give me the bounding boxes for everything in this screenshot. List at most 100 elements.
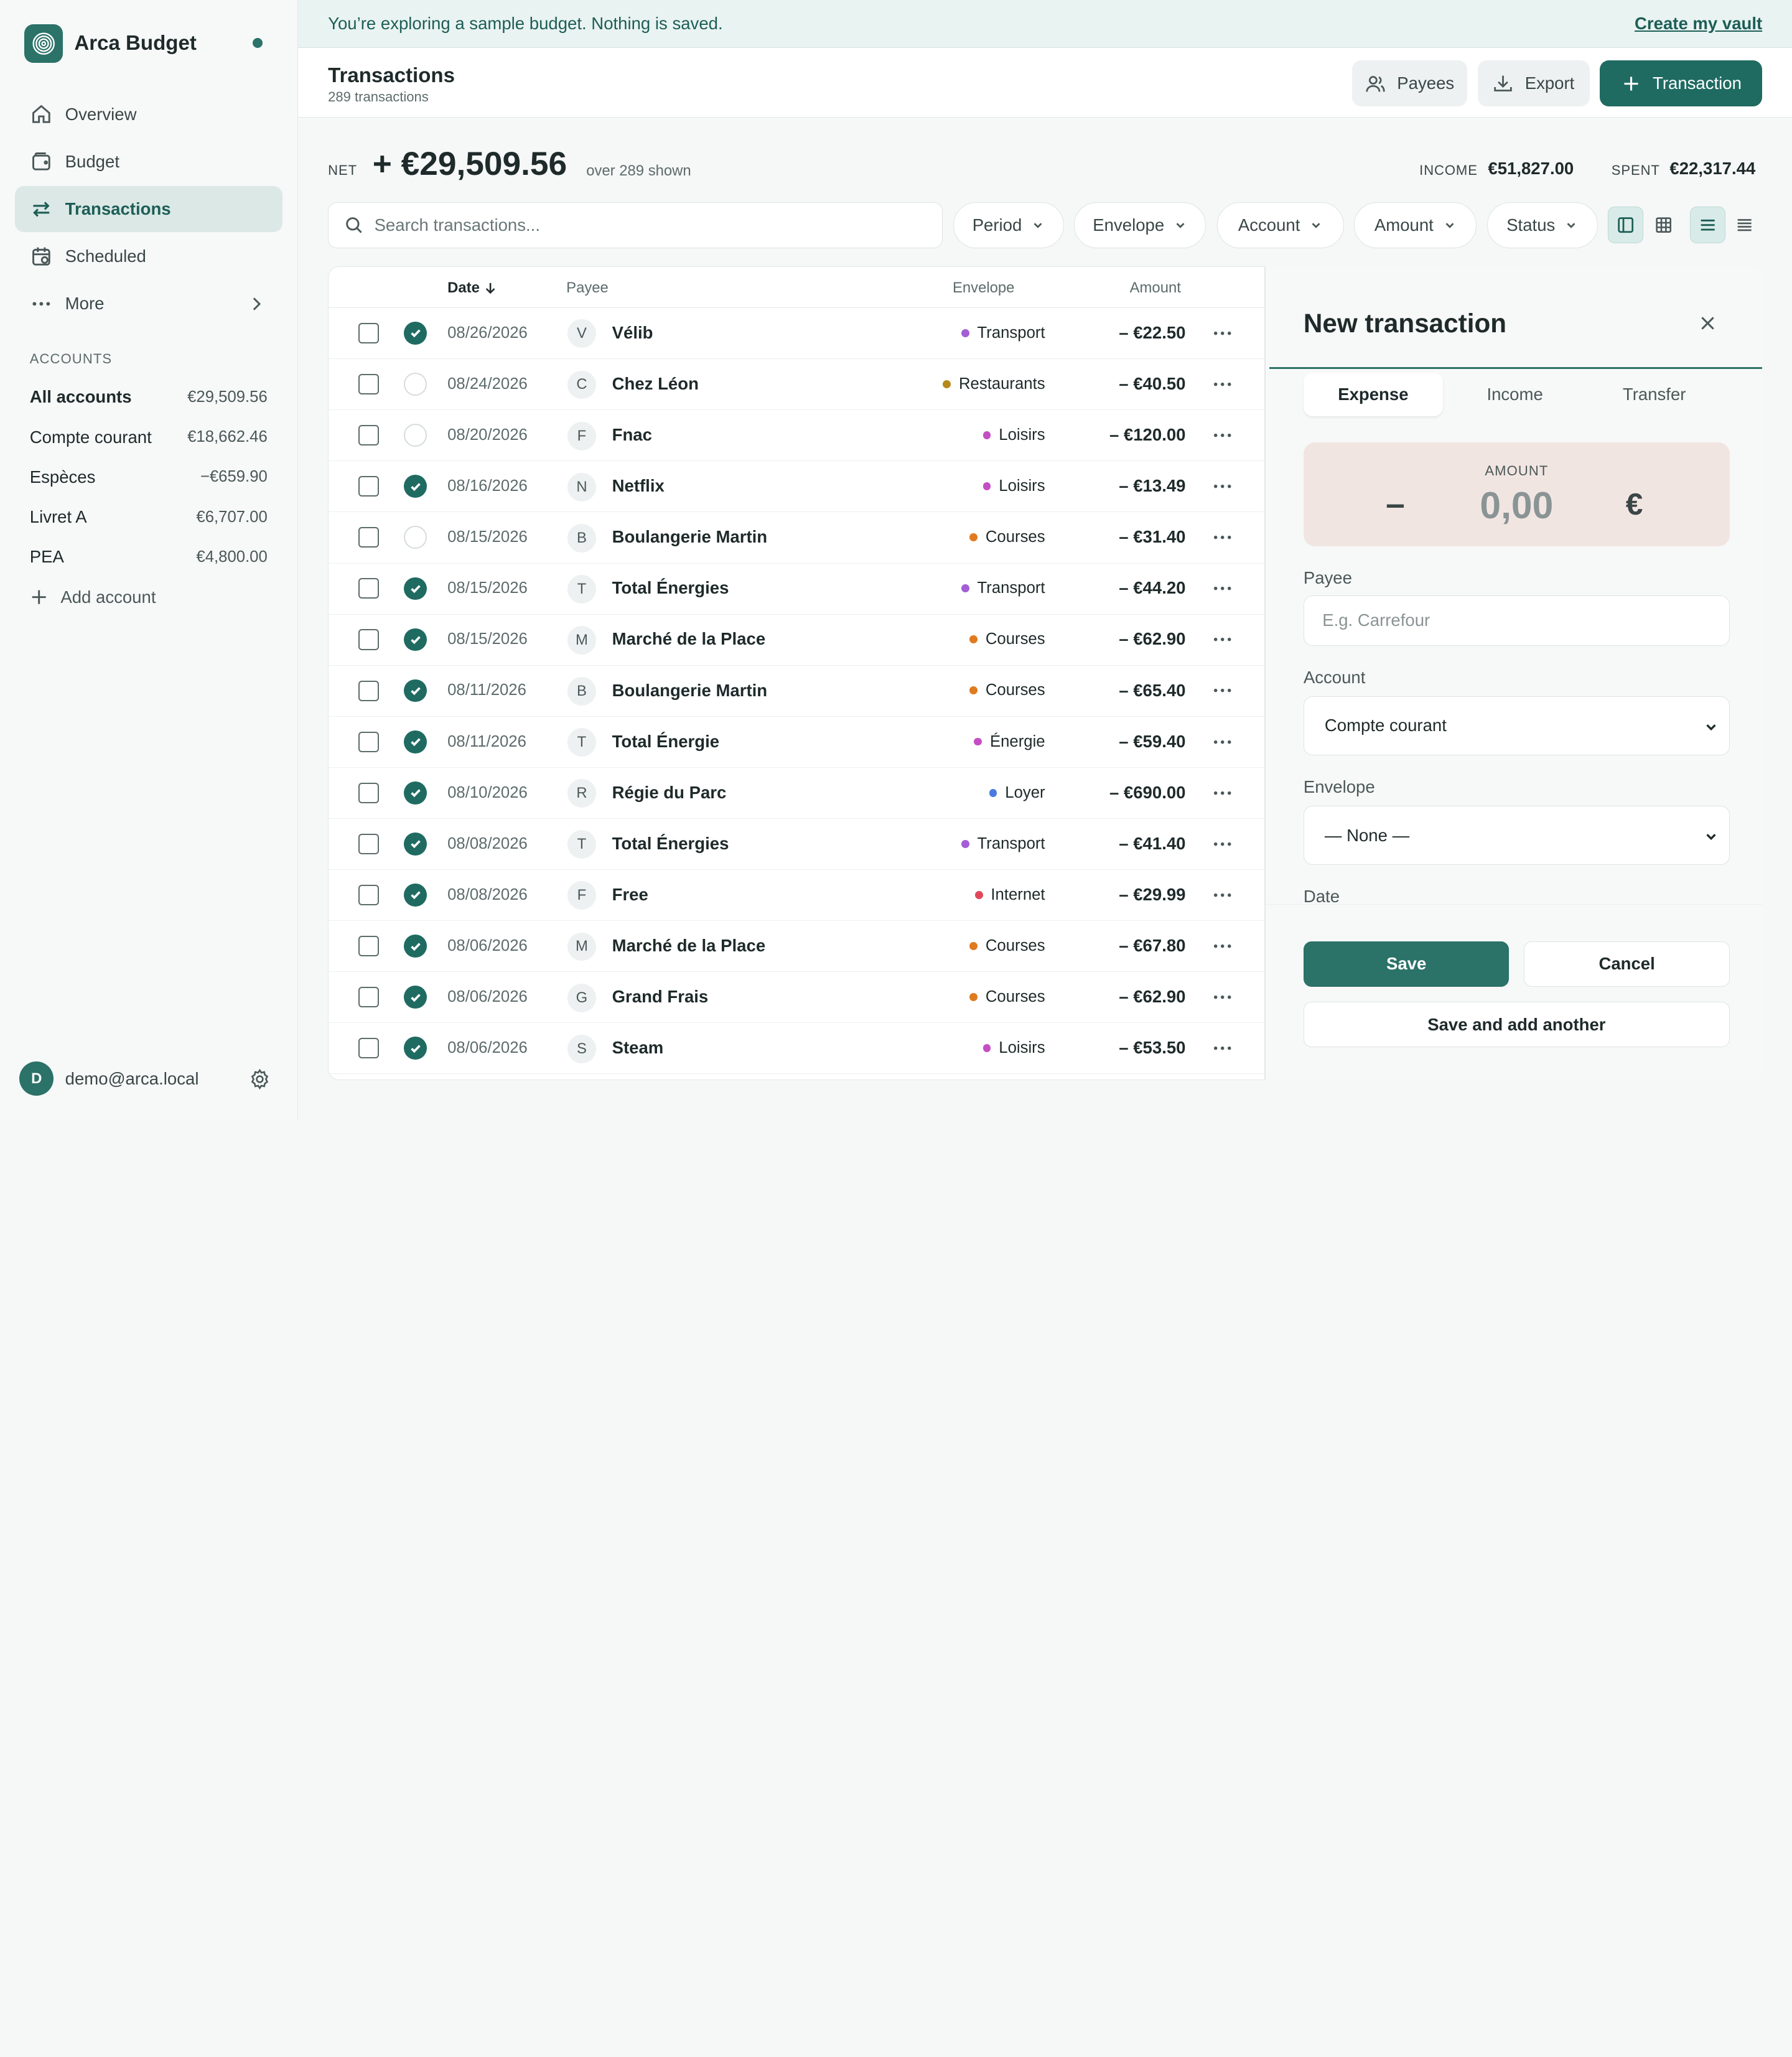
table-row[interactable]: 08/16/2026 N Netflix Loisirs – €13.49 <box>329 461 1265 513</box>
export-button[interactable]: Export <box>1477 60 1590 106</box>
sidebar-item-transactions[interactable]: Transactions <box>14 186 282 232</box>
gear-icon[interactable] <box>249 1068 271 1090</box>
compact-density-button[interactable] <box>1727 207 1762 243</box>
sidebar-item-budget[interactable]: Budget <box>15 139 282 184</box>
payee-column-header[interactable]: Payee <box>566 279 609 297</box>
row-actions-button[interactable] <box>1211 476 1234 497</box>
account-item-all[interactable]: All accounts €29,509.56 <box>30 377 268 417</box>
cleared-status-toggle[interactable] <box>404 475 427 498</box>
status-filter[interactable]: Status <box>1486 202 1598 248</box>
amount-column-header[interactable]: Amount <box>1130 279 1181 297</box>
comfortable-density-button[interactable] <box>1690 207 1726 244</box>
table-row[interactable]: 08/08/2026 F Free Internet – €29.99 <box>329 870 1265 921</box>
cleared-status-toggle[interactable] <box>404 781 427 805</box>
sidebar-item-scheduled[interactable]: Scheduled <box>15 234 282 279</box>
table-row[interactable]: 08/08/2026 T Total Énergies Transport – €41.… <box>329 819 1265 870</box>
row-select-checkbox[interactable] <box>358 833 379 854</box>
sidebar-item-more[interactable]: More <box>15 281 282 327</box>
cleared-status-toggle[interactable] <box>404 730 427 753</box>
amount-input[interactable]: AMOUNT – 0,00 € <box>1303 442 1730 546</box>
row-actions-button[interactable] <box>1211 885 1234 905</box>
close-icon[interactable] <box>1697 313 1718 334</box>
row-select-checkbox[interactable] <box>358 527 379 548</box>
table-row[interactable]: 08/06/2026 M Marché de la Place Courses – €6… <box>329 921 1265 973</box>
table-row[interactable]: 08/10/2026 R Régie du Parc Loyer – €690.00 <box>329 768 1265 819</box>
table-row[interactable]: 08/11/2026 B Boulangerie Martin Courses – €6… <box>329 666 1265 717</box>
account-item-livret-a[interactable]: Livret A €6,707.00 <box>30 497 268 537</box>
table-row[interactable]: 08/15/2026 T Total Énergies Transport – €44.… <box>329 564 1265 615</box>
cleared-status-toggle[interactable] <box>404 1037 427 1060</box>
save-and-add-another-button[interactable]: Save and add another <box>1303 1001 1730 1048</box>
row-actions-button[interactable] <box>1211 425 1234 445</box>
table-row[interactable]: 08/15/2026 M Marché de la Place Courses – €6… <box>329 615 1265 666</box>
row-actions-button[interactable] <box>1211 323 1234 343</box>
row-actions-button[interactable] <box>1211 732 1234 752</box>
envelope-filter[interactable]: Envelope <box>1074 202 1206 248</box>
account-filter[interactable]: Account <box>1217 202 1344 248</box>
uncleared-status-toggle[interactable] <box>404 424 427 447</box>
grid-view-button[interactable] <box>1646 207 1681 243</box>
tab-transfer[interactable]: Transfer <box>1585 373 1724 416</box>
row-select-checkbox[interactable] <box>358 425 379 446</box>
brand[interactable]: Arca Budget <box>24 24 197 63</box>
tab-expense[interactable]: Expense <box>1303 372 1443 416</box>
amount-filter[interactable]: Amount <box>1354 202 1477 248</box>
row-select-checkbox[interactable] <box>358 680 379 701</box>
row-select-checkbox[interactable] <box>358 322 379 343</box>
cleared-status-toggle[interactable] <box>404 884 427 907</box>
sidebar-item-overview[interactable]: Overview <box>15 91 282 137</box>
table-row[interactable]: 08/06/2026 G Grand Frais Courses – €62.90 <box>329 972 1265 1024</box>
table-row[interactable]: 08/26/2026 V Vélib Transport – €22.50 <box>329 308 1265 360</box>
uncleared-status-toggle[interactable] <box>404 373 427 396</box>
cancel-button[interactable]: Cancel <box>1524 941 1730 987</box>
row-select-checkbox[interactable] <box>358 731 379 752</box>
date-column-header[interactable]: Date <box>447 279 497 297</box>
add-account-button[interactable]: Add account <box>30 577 268 617</box>
cleared-status-toggle[interactable] <box>404 628 427 651</box>
row-select-checkbox[interactable] <box>358 936 379 957</box>
user-menu[interactable]: D demo@arca.local <box>19 1061 271 1096</box>
row-select-checkbox[interactable] <box>358 987 379 1008</box>
save-button[interactable]: Save <box>1303 941 1510 987</box>
cleared-status-toggle[interactable] <box>404 833 427 856</box>
account-item-compte-courant[interactable]: Compte courant €18,662.46 <box>30 417 268 457</box>
table-row[interactable]: 08/06/2026 S Steam Loisirs – €53.50 <box>329 1023 1265 1075</box>
cleared-status-toggle[interactable] <box>404 935 427 958</box>
row-actions-button[interactable] <box>1211 374 1234 394</box>
envelope-column-header[interactable]: Envelope <box>953 279 1015 297</box>
table-row[interactable]: 08/11/2026 T Total Énergie Énergie – €59.40 <box>329 717 1265 768</box>
table-row[interactable]: 08/15/2026 B Boulangerie Martin Courses – €3… <box>329 512 1265 564</box>
cleared-status-toggle[interactable] <box>404 679 427 702</box>
row-select-checkbox[interactable] <box>358 476 379 497</box>
account-select[interactable]: Compte courant <box>1303 696 1730 756</box>
row-select-checkbox[interactable] <box>358 884 379 905</box>
row-select-checkbox[interactable] <box>358 782 379 803</box>
row-select-checkbox[interactable] <box>358 629 379 650</box>
payee-field[interactable]: E.g. Carrefour <box>1303 595 1730 646</box>
row-actions-button[interactable] <box>1211 578 1234 599</box>
uncleared-status-toggle[interactable] <box>404 526 427 549</box>
row-actions-button[interactable] <box>1211 936 1234 956</box>
envelope-select[interactable]: — None — <box>1303 805 1730 865</box>
row-actions-button[interactable] <box>1211 629 1234 650</box>
split-view-button[interactable] <box>1608 207 1644 244</box>
row-actions-button[interactable] <box>1211 834 1234 854</box>
account-item-especes[interactable]: Espèces −€659.90 <box>30 457 268 497</box>
payees-button[interactable]: Payees <box>1351 60 1468 106</box>
row-select-checkbox[interactable] <box>358 374 379 395</box>
period-filter[interactable]: Period <box>953 202 1064 248</box>
row-actions-button[interactable] <box>1211 987 1234 1007</box>
row-select-checkbox[interactable] <box>358 1038 379 1059</box>
cleared-status-toggle[interactable] <box>404 322 427 345</box>
row-actions-button[interactable] <box>1211 681 1234 701</box>
table-row[interactable]: 08/24/2026 C Chez Léon Restaurants – €40.50 <box>329 359 1265 411</box>
search-input[interactable]: Search transactions... <box>328 202 943 248</box>
row-actions-button[interactable] <box>1211 1038 1234 1058</box>
row-select-checkbox[interactable] <box>358 578 379 599</box>
table-row[interactable]: 08/20/2026 F Fnac Loisirs – €120.00 <box>329 410 1265 462</box>
account-item-pea[interactable]: PEA €4,800.00 <box>30 537 268 577</box>
create-vault-link[interactable]: Create my vault <box>1635 14 1762 34</box>
tab-income[interactable]: Income <box>1445 373 1585 416</box>
row-actions-button[interactable] <box>1211 783 1234 803</box>
cleared-status-toggle[interactable] <box>404 577 427 600</box>
